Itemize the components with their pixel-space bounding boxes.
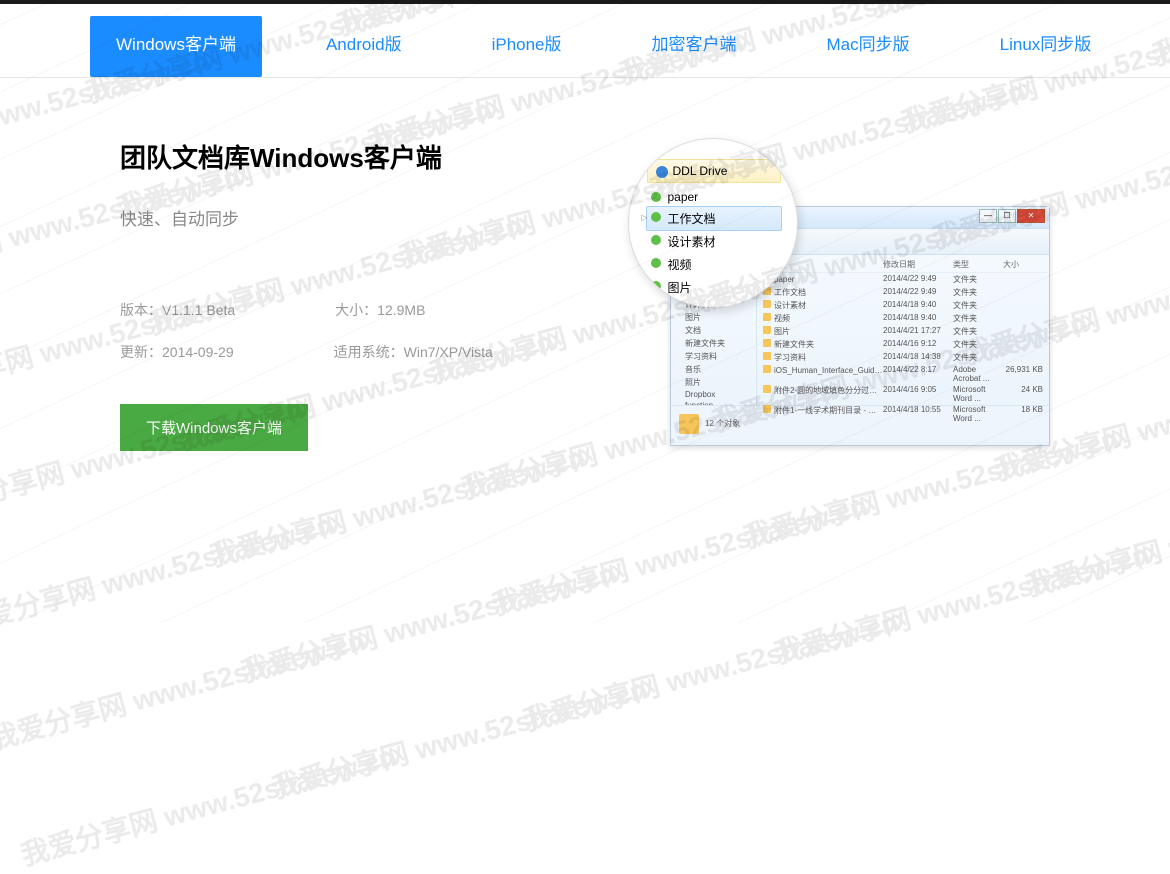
tab-iphone[interactable]: iPhone版	[466, 16, 588, 77]
file-row: iOS_Human_Interface_Guidelines_.pdf2014/…	[759, 364, 1047, 384]
tree-item: 新建文件夹	[673, 337, 754, 350]
os-info: 适用系统：Win7/XP/Vista	[334, 342, 493, 362]
drive-icon	[656, 166, 668, 178]
tree-item: 音乐	[673, 363, 754, 376]
tab-android[interactable]: Android版	[300, 16, 428, 77]
bubble-folder-item: 设计素材	[647, 230, 781, 253]
bubble-folder-item: ▷工作文档	[646, 206, 782, 231]
file-row: 图片2014/4/21 17:27文件夹	[759, 325, 1047, 338]
file-row: 学习资料2014/4/18 14:38文件夹	[759, 351, 1047, 364]
page-subtitle: 快速、自动同步	[120, 205, 608, 230]
maximize-icon: ☐	[998, 209, 1016, 223]
file-row: 附件2-圆的地域填色分分过度.docx2014/4/16 9:05Microso…	[759, 384, 1047, 404]
minimize-icon: —	[979, 209, 997, 223]
file-row: 视频2014/4/18 9:40文件夹	[759, 312, 1047, 325]
tree-item: Dropbox	[673, 389, 754, 400]
explorer-list: 名称 修改日期 类型 大小 paper2014/4/22 9:49文件夹工作文档…	[757, 255, 1049, 405]
tab-encrypt[interactable]: 加密客户端	[626, 16, 763, 77]
tree-item: function	[673, 400, 754, 405]
tree-item: 图片	[673, 311, 754, 324]
platform-tabs: Windows客户端 Android版 iPhone版 加密客户端 Mac同步版…	[0, 4, 1170, 78]
size-info: 大小：12.9MB	[335, 300, 425, 320]
download-button[interactable]: 下载Windows客户端	[120, 404, 308, 451]
file-row: 附件1-一线学术期刊目录 - 副本.docx2014/4/18 10:55Mic…	[759, 404, 1047, 424]
tab-windows[interactable]: Windows客户端	[90, 16, 262, 77]
tree-item: 照片	[673, 376, 754, 389]
bubble-header: DDL Drive	[647, 159, 781, 183]
bubble-folder-item: 视频	[647, 253, 781, 276]
version-info: 版本：V1.1.1 Beta	[120, 300, 235, 320]
update-info: 更新：2014-09-29	[120, 342, 234, 362]
file-row: 工作文档2014/4/22 9:49文件夹	[759, 286, 1047, 299]
tab-mac[interactable]: Mac同步版	[801, 16, 936, 77]
bubble-folder-item: 图片	[647, 276, 781, 299]
product-illustration: — ☐ ✕ 收藏夹 下载 桌面 计算机 图片 文档 新建文件夹 学习资料 音乐 …	[608, 138, 1050, 478]
tree-item: 文档	[673, 324, 754, 337]
file-row: paper2014/4/22 9:49文件夹	[759, 273, 1047, 286]
close-icon: ✕	[1017, 209, 1045, 223]
tree-item: 学习资料	[673, 350, 754, 363]
folder-icon	[679, 414, 699, 434]
file-row: 设计素材2014/4/18 9:40文件夹	[759, 299, 1047, 312]
tab-linux[interactable]: Linux同步版	[974, 16, 1118, 77]
zoom-bubble: DDL Drive paper▷工作文档设计素材视频图片	[628, 138, 798, 308]
page-title: 团队文档库Windows客户端	[120, 138, 608, 175]
file-row: 新建文件夹2014/4/16 9:12文件夹	[759, 338, 1047, 351]
bubble-folder-item: paper	[647, 187, 781, 207]
